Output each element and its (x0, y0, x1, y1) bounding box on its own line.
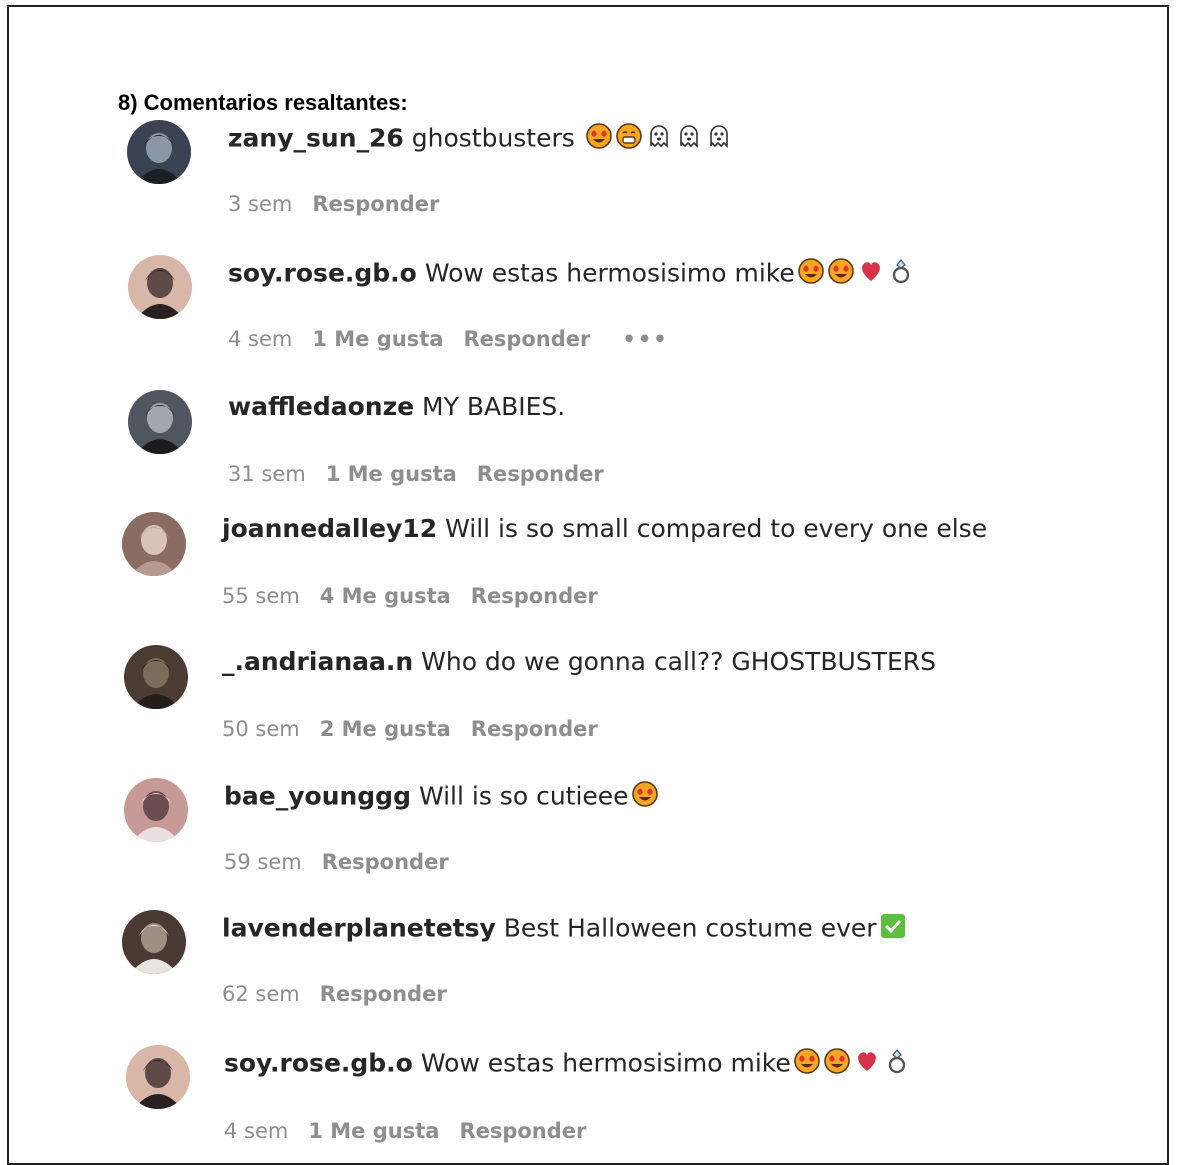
avatar[interactable] (124, 778, 188, 842)
comment-meta: 31 sem 1 Me gusta Responder (228, 462, 624, 486)
check-box-emoji-icon (879, 912, 907, 947)
comment-username[interactable]: soy.rose.gb.o (224, 1049, 413, 1078)
comment-text: zany_sun_26 ghostbusters (228, 122, 733, 157)
heart-eyes-emoji-icon (797, 257, 825, 292)
comment-body: ghostbusters (411, 123, 575, 153)
comment-item: soy.rose.gb.o Wow estas hermosisimo mike… (0, 255, 1178, 375)
comment-likes-link[interactable]: 1 Me gusta (326, 462, 457, 486)
reply-button[interactable]: Responder (312, 192, 439, 216)
comment-timestamp[interactable]: 4 sem (228, 327, 292, 351)
comment-username[interactable]: soy.rose.gb.o (228, 259, 417, 288)
comment-text: soy.rose.gb.o Wow estas hermosisimo mike (224, 1047, 911, 1082)
comment-timestamp[interactable]: 55 sem (222, 584, 300, 608)
comment-meta: 4 sem 1 Me gusta Responder (224, 1119, 606, 1143)
comment-meta: 55 sem 4 Me gusta Responder (222, 584, 618, 608)
heart-eyes-emoji-icon (827, 257, 855, 292)
avatar[interactable] (127, 120, 191, 184)
comment-timestamp[interactable]: 50 sem (222, 717, 300, 741)
ring-emoji-icon (883, 1047, 911, 1082)
comment-username[interactable]: bae_younggg (224, 782, 411, 811)
comment-meta: 59 sem Responder (224, 850, 469, 874)
avatar[interactable] (122, 512, 186, 576)
comment-likes-link[interactable]: 2 Me gusta (320, 717, 451, 741)
reply-button[interactable]: Responder (477, 462, 604, 486)
comment-likes-link[interactable]: 4 Me gusta (320, 584, 451, 608)
heart-eyes-emoji-icon (793, 1047, 821, 1082)
reply-button[interactable]: Responder (320, 982, 447, 1006)
comment-timestamp[interactable]: 31 sem (228, 462, 306, 486)
comment-item: bae_younggg Will is so cutieee 59 sem Resp… (0, 778, 1178, 898)
comment-username[interactable]: _.andrianaa.n (222, 647, 413, 676)
comment-body: MY BABIES. (422, 392, 566, 421)
reply-button[interactable]: Responder (322, 850, 449, 874)
comment-timestamp[interactable]: 3 sem (228, 192, 292, 216)
reply-button[interactable]: Responder (471, 717, 598, 741)
comment-item: _.andrianaa.n Who do we gonna call?? GHO… (0, 645, 1178, 765)
comment-timestamp[interactable]: 59 sem (224, 850, 302, 874)
comment-item: joannedalley12 Will is so small compared… (0, 512, 1178, 632)
comment-body: Wow estas hermosisimo mike (424, 258, 795, 288)
comment-meta: 62 sem Responder (222, 982, 467, 1006)
reply-button[interactable]: Responder (459, 1119, 586, 1143)
comment-text: lavenderplanetetsy Best Halloween costum… (222, 912, 907, 947)
red-heart-emoji-icon (853, 1047, 881, 1082)
ring-emoji-icon (887, 257, 915, 292)
comment-item: zany_sun_26 ghostbusters 3 sem Responder (0, 120, 1178, 240)
comment-text: joannedalley12 Will is so small compared… (222, 514, 987, 544)
avatar[interactable] (128, 255, 192, 319)
comment-body: Who do we gonna call?? GHOSTBUSTERS (421, 647, 936, 676)
comment-meta: 3 sem Responder (228, 192, 459, 216)
avatar[interactable] (126, 1045, 190, 1109)
comment-meta: 4 sem 1 Me gusta Responder ••• (228, 327, 689, 351)
comment-body: Wow estas hermosisimo mike (420, 1048, 791, 1078)
comment-timestamp[interactable]: 62 sem (222, 982, 300, 1006)
comment-body: Will is so cutieee (418, 781, 629, 811)
section-heading: 8) Comentarios resaltantes: (118, 90, 408, 115)
ghost-emoji-icon (645, 122, 673, 157)
comment-item: waffledaonze MY BABIES. 31 sem 1 Me gusta R… (0, 390, 1178, 510)
comment-likes-link[interactable]: 1 Me gusta (312, 327, 443, 351)
more-options-icon[interactable]: ••• (622, 327, 668, 351)
avatar[interactable] (128, 390, 192, 454)
comment-meta: 50 sem 2 Me gusta Responder (222, 717, 618, 741)
comment-text: bae_younggg Will is so cutieee (224, 780, 659, 815)
comment-likes-link[interactable]: 1 Me gusta (308, 1119, 439, 1143)
comment-text: soy.rose.gb.o Wow estas hermosisimo mike (228, 257, 915, 292)
avatar[interactable] (124, 645, 188, 709)
comment-timestamp[interactable]: 4 sem (224, 1119, 288, 1143)
comment-username[interactable]: waffledaonze (228, 392, 414, 421)
comment-item: soy.rose.gb.o Wow estas hermosisimo mike… (0, 1045, 1178, 1165)
comment-text: waffledaonze MY BABIES. (228, 392, 565, 422)
heart-eyes-emoji-icon (823, 1047, 851, 1082)
ghost-emoji-icon (675, 122, 703, 157)
comment-item: lavenderplanetetsy Best Halloween costum… (0, 910, 1178, 1030)
grinning-emoji-icon (615, 122, 643, 157)
comment-body: Will is so small compared to every one e… (445, 514, 988, 543)
heart-eyes-emoji-icon (631, 780, 659, 815)
reply-button[interactable]: Responder (463, 327, 590, 351)
comment-username[interactable]: zany_sun_26 (228, 124, 404, 153)
ghost-emoji-icon (705, 122, 733, 157)
comment-body: Best Halloween costume ever (503, 913, 877, 943)
red-heart-emoji-icon (857, 257, 885, 292)
comment-username[interactable]: joannedalley12 (222, 514, 437, 543)
avatar[interactable] (122, 910, 186, 974)
comment-text: _.andrianaa.n Who do we gonna call?? GHO… (222, 647, 936, 677)
comment-username[interactable]: lavenderplanetetsy (222, 914, 496, 943)
heart-eyes-emoji-icon (585, 122, 613, 157)
reply-button[interactable]: Responder (471, 584, 598, 608)
